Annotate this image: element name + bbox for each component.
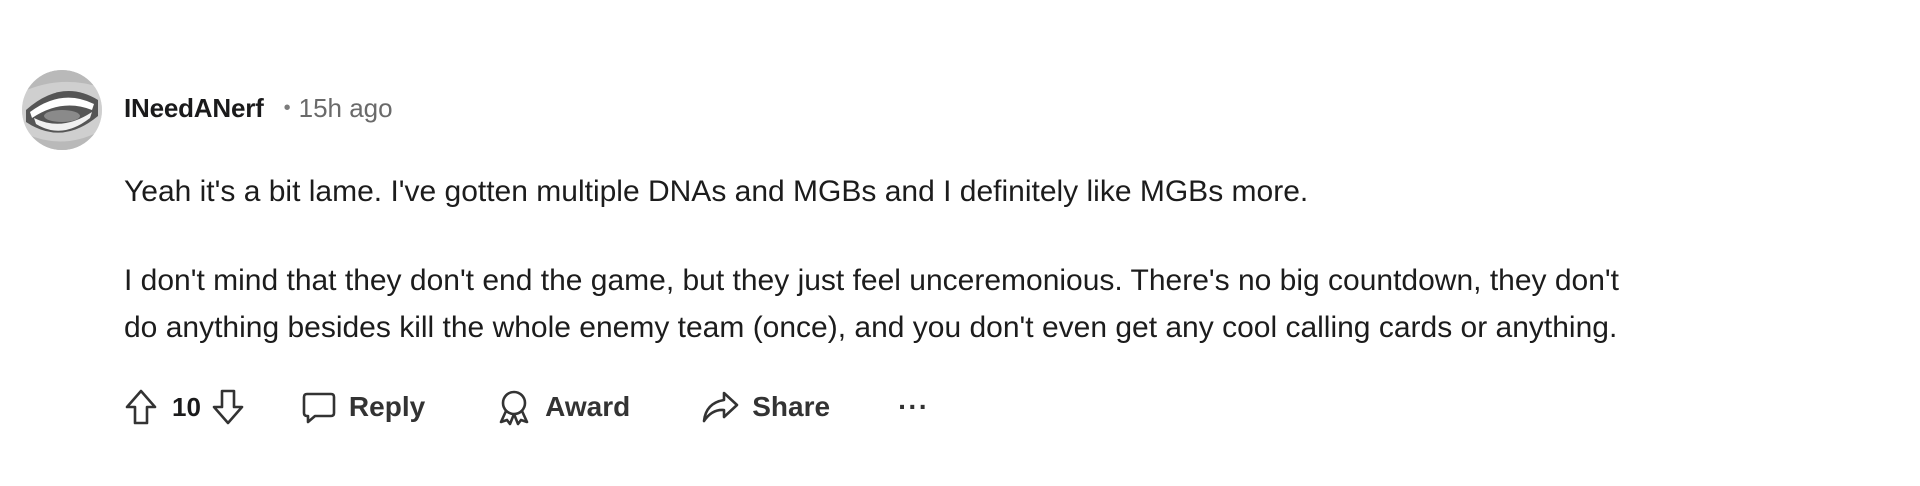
downvote-arrow-icon <box>212 389 244 425</box>
share-label: Share <box>752 391 831 422</box>
reply-label: Reply <box>348 391 426 422</box>
comment-header: INeedANerf • 15h ago <box>124 90 393 126</box>
author-username[interactable]: INeedANerf <box>124 93 264 124</box>
comment-paragraph: I don't mind that they don't end the gam… <box>124 264 1619 297</box>
reply-button[interactable]: Reply <box>301 389 425 425</box>
upvote-arrow-icon <box>125 389 157 425</box>
comment-paragraph: Yeah it's a bit lame. I've gotten multip… <box>124 175 1309 208</box>
comment-timestamp[interactable]: 15h ago <box>299 93 393 124</box>
avatar-image <box>22 70 102 150</box>
comment-action-bar: 10 Reply Award Share ··· <box>124 382 929 432</box>
award-ribbon-icon <box>499 390 529 426</box>
avatar[interactable] <box>22 70 102 150</box>
award-button[interactable]: Award <box>495 388 630 426</box>
meta-separator: • <box>283 96 291 119</box>
comment-body: Yeah it's a bit lame. I've gotten multip… <box>124 168 1914 351</box>
comment-paragraph: do anything besides kill the whole enemy… <box>124 311 1618 344</box>
comment: INeedANerf • 15h ago Yeah it's a bit lam… <box>0 0 1920 486</box>
downvote-button[interactable] <box>211 388 245 426</box>
vote-controls: 10 <box>124 388 245 426</box>
speech-bubble-icon <box>302 392 336 424</box>
share-arrow-icon <box>702 391 739 423</box>
share-button[interactable]: Share <box>700 389 830 425</box>
more-options-icon[interactable]: ··· <box>898 391 929 423</box>
upvote-button[interactable] <box>124 388 158 426</box>
award-label: Award <box>545 391 631 422</box>
vote-score: 10 <box>172 391 201 422</box>
